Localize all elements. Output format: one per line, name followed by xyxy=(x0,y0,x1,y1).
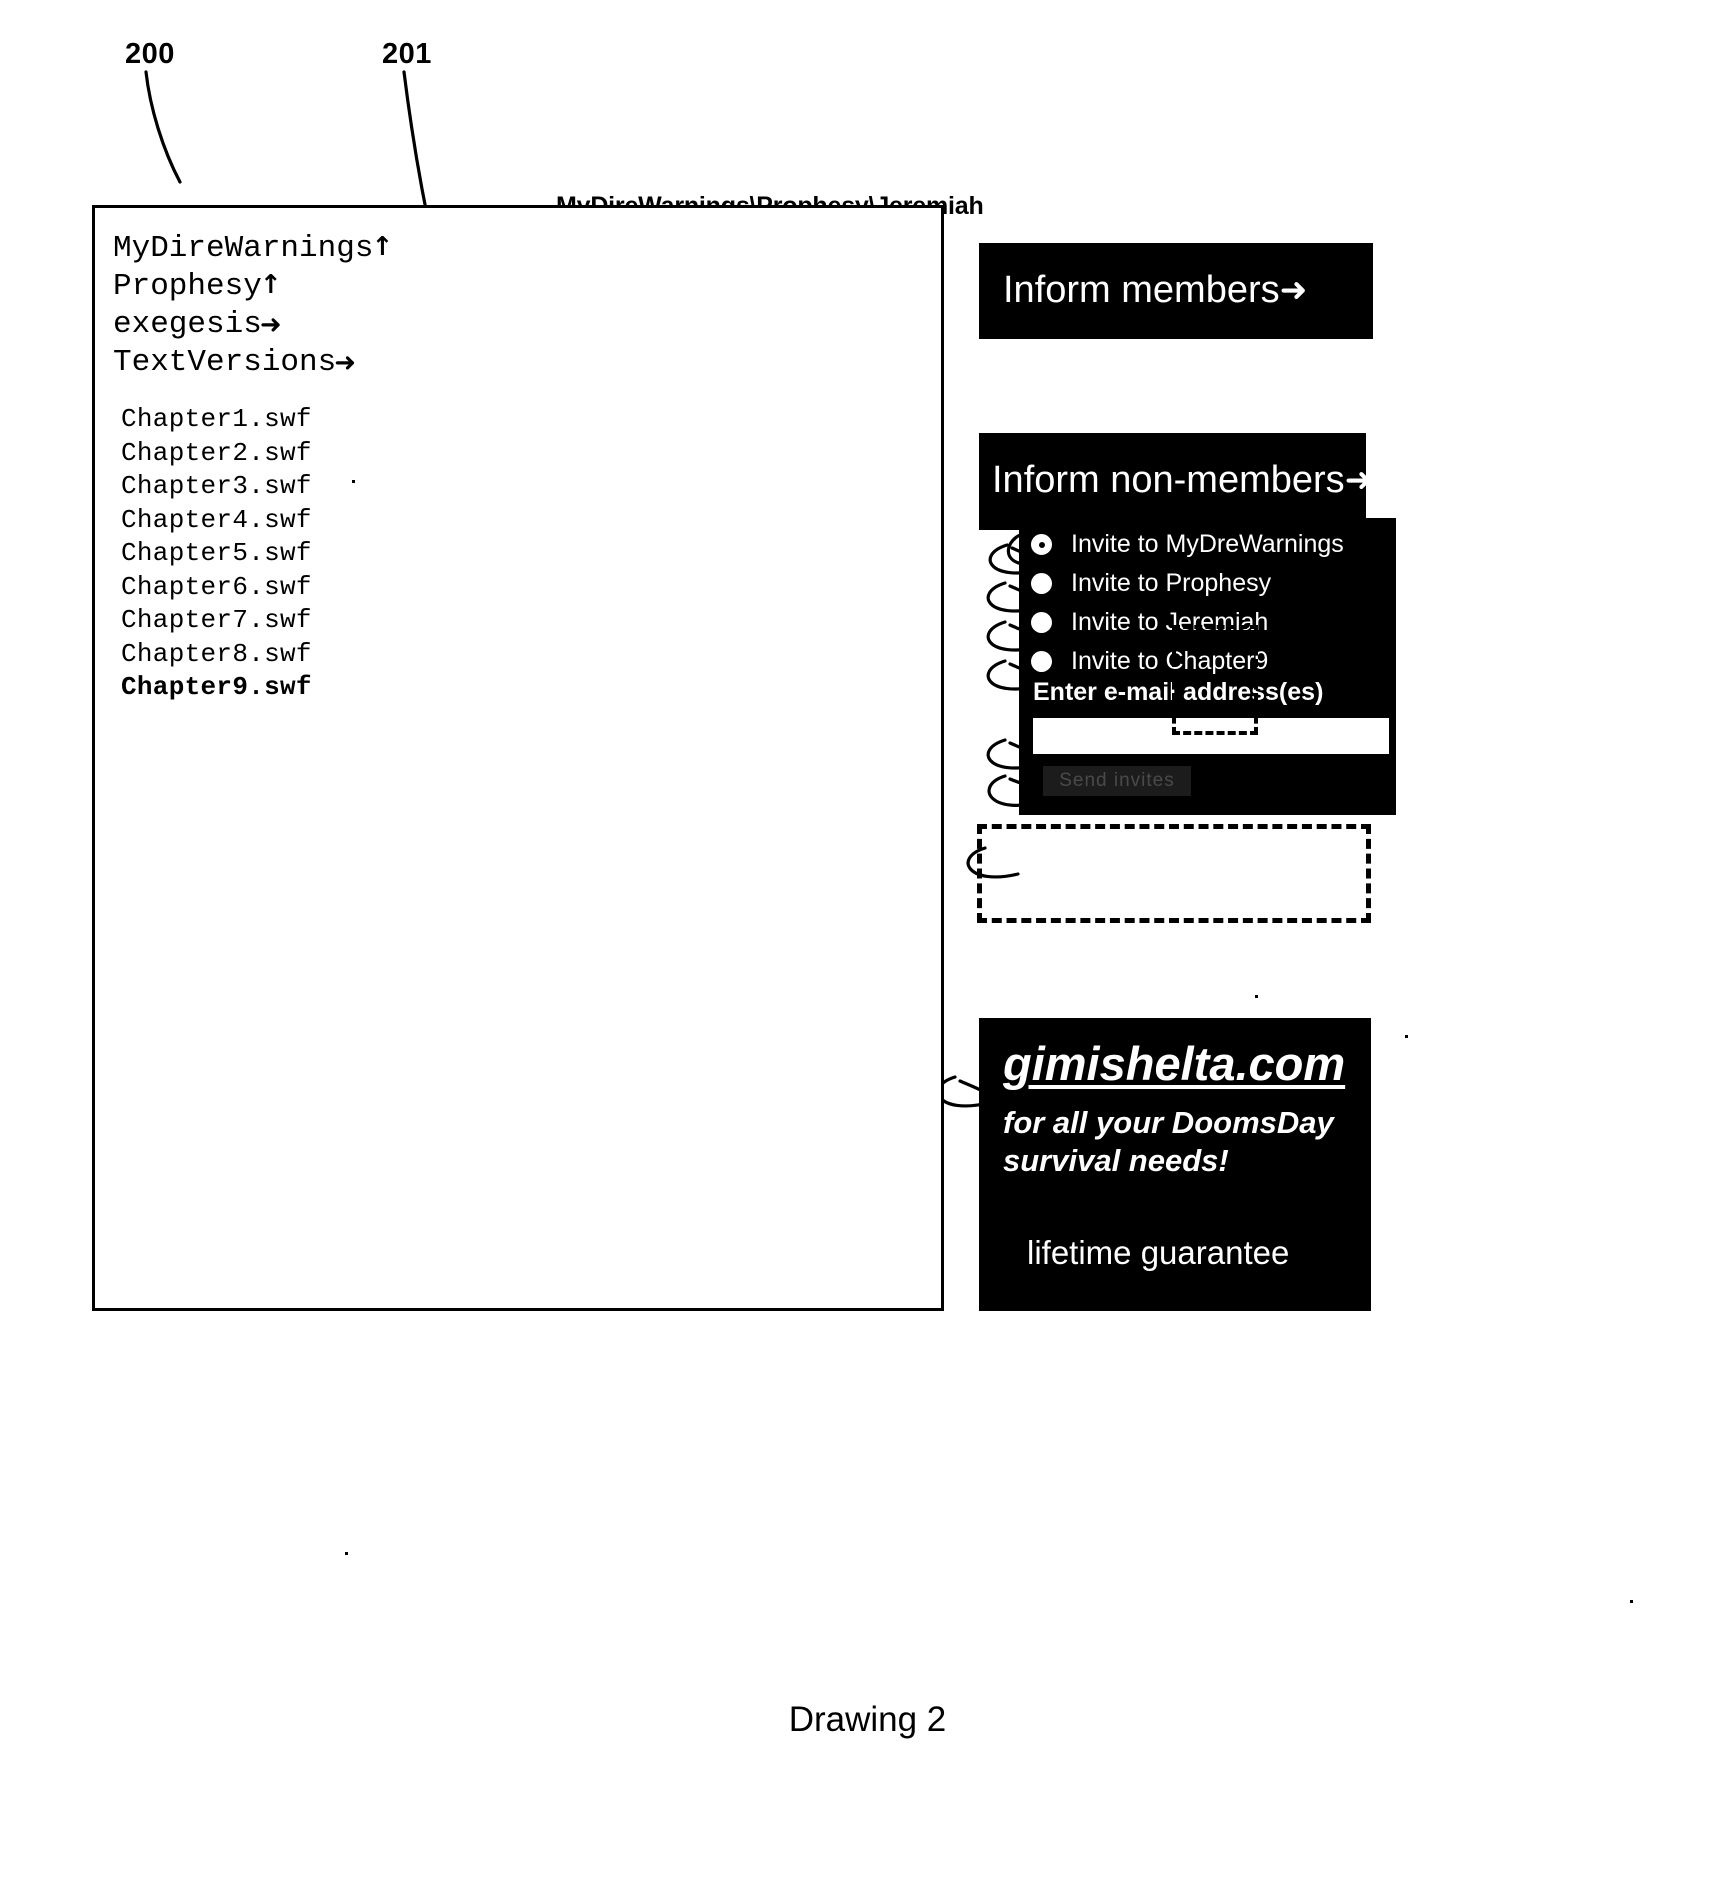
dashed-ad-slot xyxy=(977,824,1371,923)
nav-item-label: TextVersions xyxy=(113,345,337,380)
nav-item-prophesy[interactable]: Prophesy↑ xyxy=(113,268,393,306)
inform-members-text: Inform members xyxy=(1003,269,1280,311)
scan-speck xyxy=(1180,525,1183,528)
arrow-right-icon: ➜ xyxy=(334,348,357,378)
arrow-up-icon: ↑ xyxy=(371,232,394,262)
ref-201: 201 xyxy=(382,38,432,70)
drawing-canvas: 200 201 225 240 250 251 252 253 260 261 … xyxy=(0,0,1735,1877)
inform-non-members-text: Inform non-members xyxy=(992,459,1345,501)
list-item[interactable]: Chapter3.swf xyxy=(121,470,312,504)
arrow-right-icon: ➜ xyxy=(1279,270,1308,309)
scan-speck xyxy=(1630,1600,1633,1603)
list-item-selected[interactable]: Chapter9.swf xyxy=(121,671,312,705)
nav-item-textversions[interactable]: TextVersions➜ xyxy=(113,344,393,382)
ad-guarantee-text: lifetime guarantee xyxy=(1027,1234,1290,1271)
nav-item-exegesis[interactable]: exegesis➜ xyxy=(113,306,393,344)
arrow-up-icon: ↑ xyxy=(259,270,282,300)
invite-option-mydirewarnings[interactable]: Invite to MyDreWarnings xyxy=(1031,525,1344,564)
inform-members-label: Inform members➜ xyxy=(1003,269,1307,312)
invite-option-label: Invite to Prophesy xyxy=(1071,569,1272,597)
scan-speck xyxy=(345,1552,348,1555)
radio-button-icon[interactable] xyxy=(1031,651,1052,672)
dashed-inner-region xyxy=(1172,625,1258,735)
scan-speck xyxy=(1255,995,1258,998)
invite-option-prophesy[interactable]: Invite to Prophesy xyxy=(1031,564,1271,603)
inform-members-banner[interactable]: Inform members➜ xyxy=(979,243,1373,339)
radio-button-selected-icon[interactable] xyxy=(1031,534,1052,555)
ref-200: 200 xyxy=(125,38,175,70)
list-item[interactable]: Chapter4.swf xyxy=(121,504,312,538)
list-item[interactable]: Chapter5.swf xyxy=(121,537,312,571)
scan-speck xyxy=(352,480,355,483)
advertisement-panel[interactable]: gimishelta.com for all your DoomsDay sur… xyxy=(979,1018,1371,1311)
send-invites-button[interactable]: Send invites xyxy=(1043,766,1191,796)
nav-item-label: exegesis xyxy=(113,307,262,342)
figure-caption: Drawing 2 xyxy=(788,1700,947,1739)
nav-item-label: Prophesy xyxy=(113,269,262,304)
list-item[interactable]: Chapter8.swf xyxy=(121,638,312,672)
list-item[interactable]: Chapter6.swf xyxy=(121,571,312,605)
radio-button-icon[interactable] xyxy=(1031,573,1052,594)
invite-option-label: Invite to MyDreWarnings xyxy=(1071,530,1344,558)
navigation-list: MyDireWarnings↑ Prophesy↑ exegesis➜ Text… xyxy=(113,230,393,382)
file-list: Chapter1.swf Chapter2.swf Chapter3.swf C… xyxy=(121,403,312,705)
nav-item-mydirewarnings[interactable]: MyDireWarnings↑ xyxy=(113,230,393,268)
browser-page-frame: MyDireWarnings↑ Prophesy↑ exegesis➜ Text… xyxy=(92,205,944,1311)
scan-speck xyxy=(1405,1035,1408,1038)
inform-non-members-label: Inform non-members➜ xyxy=(992,459,1372,502)
ad-domain-link[interactable]: gimishelta.com xyxy=(1003,1036,1345,1091)
list-item[interactable]: Chapter1.swf xyxy=(121,403,312,437)
ad-tagline: for all your DoomsDay survival needs! xyxy=(1003,1105,1334,1178)
arrow-right-icon: ➜ xyxy=(1344,460,1373,499)
inform-non-members-banner[interactable]: Inform non-members➜ xyxy=(979,433,1372,530)
nav-item-label: MyDireWarnings xyxy=(113,231,374,266)
arrow-right-icon: ➜ xyxy=(259,310,282,340)
list-item[interactable]: Chapter2.swf xyxy=(121,437,312,471)
radio-button-icon[interactable] xyxy=(1031,612,1052,633)
list-item[interactable]: Chapter7.swf xyxy=(121,604,312,638)
